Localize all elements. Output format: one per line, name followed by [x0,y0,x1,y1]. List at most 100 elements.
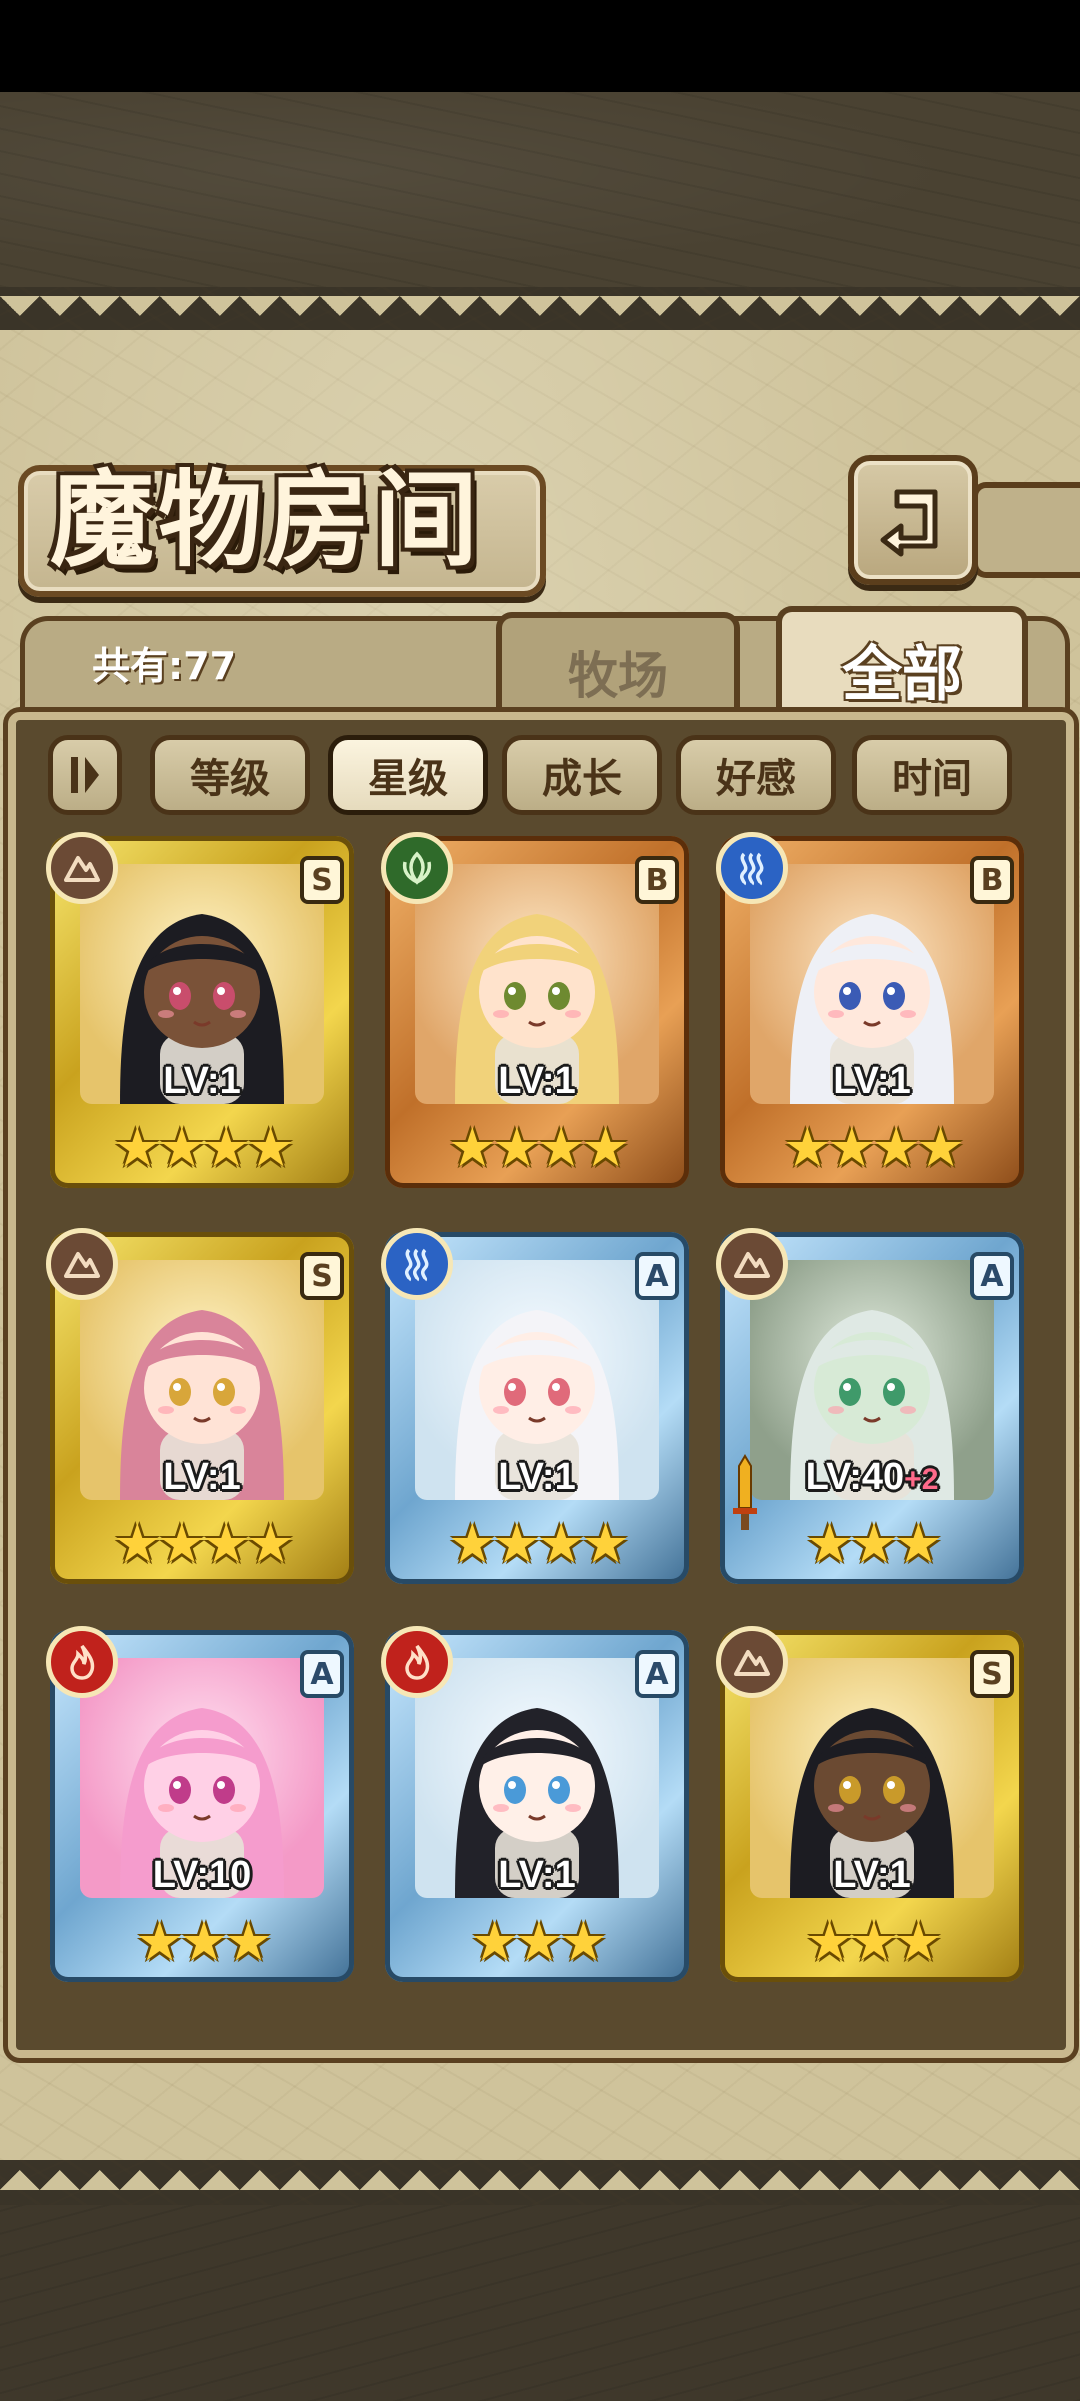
level-text: LV:1 [833,1854,911,1896]
star-icon: ★ [783,1116,831,1179]
star-icon: ★ [470,1910,518,1973]
star-rating: ★★★ [720,1912,1024,1972]
level-text: LV:1 [498,1060,576,1102]
star-icon: ★ [113,1116,161,1179]
earth-element-icon [734,1252,770,1278]
rank-badge: S [970,1650,1014,1698]
star-icon: ★ [805,1512,853,1575]
rank-badge: A [300,1650,344,1698]
rank-badge: B [970,856,1014,904]
star-rating: ★★★★ [385,1118,689,1178]
sort-by-level[interactable]: 等级 [150,735,310,815]
level-text: LV:1 [163,1456,241,1498]
water-element-icon [740,852,764,886]
star-icon: ★ [202,1116,250,1179]
map-strip-top [0,92,1080,287]
tab-all[interactable]: 全部 [776,606,1028,726]
star-rating: ★★★ [50,1912,354,1972]
star-rating: ★★★ [720,1514,1024,1574]
star-icon: ★ [448,1512,496,1575]
status-bar [0,0,1080,92]
monster-card[interactable]: B LV:1 ★★★★ [381,832,689,1188]
level-text: LV:1 [498,1854,576,1896]
monster-level: LV:1 [720,1060,1024,1103]
star-rating: ★★★★ [50,1514,354,1574]
star-icon: ★ [246,1512,294,1575]
sort-by-growth[interactable]: 成长 [502,735,662,815]
rank-badge: S [300,856,344,904]
sort-by-stars[interactable]: 星级 [328,735,488,815]
rank-badge: A [635,1650,679,1698]
star-icon: ★ [894,1910,942,1973]
back-bar [972,482,1080,578]
monster-card[interactable]: S LV:1 ★★★ [716,1626,1024,1982]
earth-element-badge [46,1228,118,1300]
earth-element-icon [734,1650,770,1676]
star-icon: ★ [157,1116,206,1179]
star-icon: ★ [827,1116,876,1179]
earth-element-badge [716,1626,788,1698]
star-icon: ★ [559,1910,607,1973]
star-icon: ★ [537,1512,585,1575]
earth-element-badge [716,1228,788,1300]
star-icon: ★ [916,1116,964,1179]
sort-order-toggle[interactable] [48,735,122,815]
wood-element-badge [381,832,453,904]
star-icon: ★ [872,1116,920,1179]
star-icon: ★ [448,1116,496,1179]
star-icon: ★ [157,1512,206,1575]
water-element-badge [716,832,788,904]
rank-badge: A [970,1252,1014,1300]
sort-by-time[interactable]: 时间 [852,735,1012,815]
monster-level: LV:1 [50,1456,354,1499]
fire-element-icon [70,1644,95,1680]
level-text: LV:1 [833,1060,911,1102]
torn-edge-top [0,296,1080,336]
star-icon: ★ [514,1910,563,1973]
star-icon: ★ [581,1512,629,1575]
star-rating: ★★★★ [50,1118,354,1178]
fire-element-badge [381,1626,453,1698]
page-title: 魔物房间 [50,458,483,581]
sort-direction-icon [71,757,99,793]
monster-level: LV:1 [385,1060,689,1103]
monster-level: LV:1 [385,1456,689,1499]
star-icon: ★ [805,1910,853,1973]
star-icon: ★ [179,1910,228,1973]
level-bonus: +2 [904,1463,939,1496]
fire-element-badge [46,1626,118,1698]
level-text: LV:40 [805,1456,905,1498]
back-button[interactable] [848,455,978,585]
return-arrow-icon [880,489,938,557]
monster-level: LV:1 [50,1060,354,1103]
fire-element-icon [405,1644,430,1680]
star-rating: ★★★ [385,1912,689,1972]
sort-by-affection[interactable]: 好感 [676,735,836,815]
level-text: LV:10 [152,1854,252,1896]
star-icon: ★ [202,1512,250,1575]
monster-card[interactable]: A LV:1 ★★★★ [381,1228,689,1584]
monster-card[interactable]: S LV:1 ★★★★ [46,1228,354,1584]
monster-card[interactable]: S LV:1 ★★★★ [46,832,354,1188]
monster-card[interactable]: B LV:1 ★★★★ [716,832,1024,1188]
star-icon: ★ [113,1512,161,1575]
level-text: LV:1 [498,1456,576,1498]
star-icon: ★ [246,1116,294,1179]
monster-card[interactable]: A LV:40+2 ★★★ [716,1228,1024,1584]
monster-level: LV:40+2 [720,1456,1024,1499]
tab-ranch[interactable]: 牧场 [496,612,740,726]
rank-badge: S [300,1252,344,1300]
monster-count: 共有:77 [92,644,237,688]
monster-level: LV:10 [50,1854,354,1897]
earth-element-badge [46,832,118,904]
star-icon: ★ [224,1910,272,1973]
monster-card[interactable]: A LV:1 ★★★ [381,1626,689,1982]
torn-edge-bottom [0,2150,1080,2190]
rank-badge: A [635,1252,679,1300]
level-text: LV:1 [163,1060,241,1102]
star-icon: ★ [537,1116,585,1179]
earth-element-icon [64,856,100,882]
star-rating: ★★★★ [720,1118,1024,1178]
star-icon: ★ [581,1116,629,1179]
monster-card[interactable]: A LV:10 ★★★ [46,1626,354,1982]
